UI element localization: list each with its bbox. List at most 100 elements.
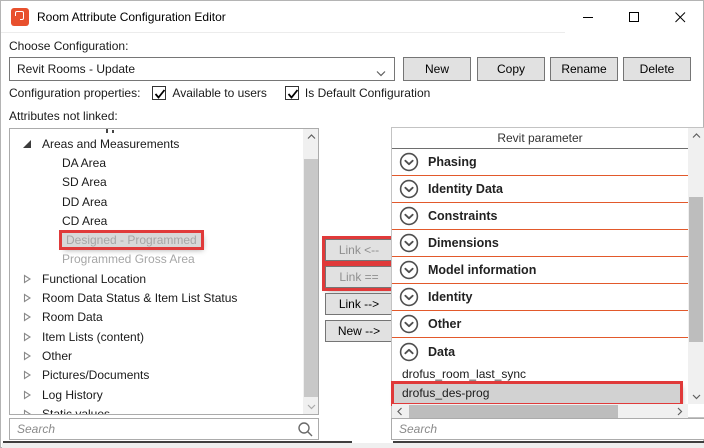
tree-item-label: Item Lists (content) bbox=[42, 330, 144, 344]
tree-collapsed-icon[interactable] bbox=[22, 293, 42, 303]
scroll-up-icon[interactable] bbox=[688, 128, 704, 143]
link-button-right[interactable]: Link --> bbox=[325, 293, 393, 315]
tree-item-designed-programmed[interactable]: Designed - Programmed bbox=[10, 230, 303, 249]
tree-item-pictures-documents[interactable]: Pictures/Documents bbox=[10, 366, 303, 385]
title-bar: Room Attribute Configuration Editor bbox=[1, 1, 703, 33]
right-scrollbar-thumb[interactable] bbox=[689, 197, 703, 342]
tree-item-static-values[interactable]: Static values bbox=[10, 404, 303, 415]
tree-item-functional-location[interactable]: Functional Location bbox=[10, 269, 303, 288]
tree-expanded-icon[interactable] bbox=[22, 139, 42, 149]
revit-category-constraints[interactable]: Constraints bbox=[392, 203, 688, 230]
scroll-down-icon[interactable] bbox=[303, 399, 319, 414]
maximize-button[interactable] bbox=[611, 1, 657, 33]
revit-parameter-header[interactable]: Revit parameter bbox=[392, 128, 688, 149]
chevron-down-circle-icon[interactable] bbox=[399, 179, 419, 199]
configuration-select-value: Revit Rooms - Update bbox=[17, 62, 135, 76]
configuration-properties-label: Configuration properties: bbox=[9, 86, 140, 100]
tree-collapsed-icon bbox=[22, 274, 32, 284]
tree-item-sd-area[interactable]: SD Area bbox=[10, 173, 303, 192]
tree-item-room-data[interactable]: Room Data bbox=[10, 308, 303, 327]
link-button-equal[interactable]: Link == bbox=[325, 266, 393, 288]
scroll-down-icon[interactable] bbox=[688, 389, 704, 404]
minimize-icon bbox=[583, 12, 594, 23]
revit-category-identity[interactable]: Identity bbox=[392, 284, 688, 311]
scroll-right-icon[interactable] bbox=[672, 404, 688, 419]
tree-collapsed-icon[interactable] bbox=[22, 351, 42, 361]
attributes-tree-listbox: Areas and MeasurementsDA AreaSD Area DD A… bbox=[9, 128, 319, 415]
tree-item-programmed-gross-area[interactable]: Programmed Gross Area bbox=[10, 250, 303, 269]
revit-parameter-drofus-des-prog[interactable]: drofus_des-prog bbox=[394, 384, 680, 403]
revit-category-label: Dimensions bbox=[428, 236, 499, 250]
tree-collapsed-icon[interactable] bbox=[22, 312, 42, 322]
revit-category-data[interactable]: Data bbox=[392, 338, 688, 365]
tree-collapsed-icon bbox=[22, 293, 32, 303]
search-icon bbox=[297, 421, 314, 441]
dialog-window: Room Attribute Configuration Editor Choo… bbox=[0, 0, 704, 448]
horizontal-scrollbar[interactable] bbox=[392, 404, 688, 419]
chevron-down-circle-icon[interactable] bbox=[399, 152, 419, 172]
revit-parameter-drofus-room-last-sync[interactable]: drofus_room_last_sync bbox=[394, 365, 680, 384]
chevron-up-circle-icon[interactable] bbox=[399, 342, 419, 362]
delete-button[interactable]: Delete bbox=[623, 57, 691, 81]
tree-item-dd-area[interactable]: DD Area bbox=[10, 192, 303, 211]
tree-collapsed-icon[interactable] bbox=[22, 390, 42, 400]
link-button-left[interactable]: Link <-- bbox=[325, 239, 393, 261]
chevron-down-circle-icon[interactable] bbox=[399, 260, 419, 280]
tree-item-room-data-status-item-list-status[interactable]: Room Data Status & Item List Status bbox=[10, 288, 303, 307]
left-search-input[interactable] bbox=[10, 419, 318, 439]
minimize-button[interactable] bbox=[565, 1, 611, 33]
revit-category-identity-data[interactable]: Identity Data bbox=[392, 176, 688, 203]
revit-category-label: Model information bbox=[428, 263, 536, 277]
tree-item-label: CD Area bbox=[62, 214, 107, 228]
chevron-down-circle-icon[interactable] bbox=[399, 314, 419, 334]
chevron-down-circle-icon[interactable] bbox=[399, 206, 419, 226]
revit-category-label: Data bbox=[428, 345, 455, 359]
scroll-up-icon[interactable] bbox=[303, 129, 319, 144]
chevron-down-circle-icon[interactable] bbox=[399, 233, 419, 253]
revit-category-other[interactable]: Other bbox=[392, 311, 688, 338]
checkmark-icon bbox=[287, 88, 299, 100]
checkbox-box[interactable] bbox=[152, 86, 166, 100]
checkmark-icon bbox=[154, 88, 166, 100]
tree-item-log-history[interactable]: Log History bbox=[10, 385, 303, 404]
horizontal-scrollbar-thumb[interactable] bbox=[409, 405, 618, 418]
tree-collapsed-icon bbox=[22, 351, 32, 361]
revit-category-label: Other bbox=[428, 317, 461, 331]
right-vertical-scrollbar[interactable] bbox=[688, 128, 704, 404]
copy-button[interactable]: Copy bbox=[477, 57, 545, 81]
new-button-right[interactable]: New --> bbox=[325, 320, 393, 342]
tree-item-item-lists-content[interactable]: Item Lists (content) bbox=[10, 327, 303, 346]
close-icon bbox=[675, 12, 686, 23]
checkbox-available-to-users[interactable]: Available to users bbox=[152, 86, 267, 100]
revit-category-dimensions[interactable]: Dimensions bbox=[392, 230, 688, 257]
chevron-down-circle-icon bbox=[399, 260, 419, 280]
scroll-left-icon[interactable] bbox=[392, 404, 408, 419]
right-search-input[interactable] bbox=[392, 419, 704, 439]
tree-collapsed-icon[interactable] bbox=[22, 332, 42, 342]
new-button[interactable]: New bbox=[403, 57, 471, 81]
revit-category-label: Constraints bbox=[428, 209, 497, 223]
revit-category-model-information[interactable]: Model information bbox=[392, 257, 688, 284]
chevron-down-circle-icon[interactable] bbox=[399, 287, 419, 307]
checkbox-box[interactable] bbox=[285, 86, 299, 100]
configuration-select[interactable]: Revit Rooms - Update bbox=[9, 57, 395, 81]
tree-item-areas-and-measurements[interactable]: Areas and Measurements bbox=[10, 134, 303, 153]
tree-expanded-icon bbox=[22, 139, 32, 149]
checkbox-label: Available to users bbox=[172, 86, 267, 100]
tree-item-cd-area[interactable]: CD Area bbox=[10, 211, 303, 230]
tree-collapsed-icon[interactable] bbox=[22, 274, 42, 284]
tree-item-da-area[interactable]: DA Area bbox=[10, 153, 303, 172]
revit-category-phasing[interactable]: Phasing bbox=[392, 149, 688, 176]
left-scrollbar-thumb[interactable] bbox=[304, 159, 318, 397]
checkbox-is-default-configuration[interactable]: Is Default Configuration bbox=[285, 86, 430, 100]
left-vertical-scrollbar[interactable] bbox=[303, 129, 319, 414]
tree-collapsed-icon[interactable] bbox=[22, 370, 42, 380]
tree-item-label: Log History bbox=[42, 388, 103, 402]
tree-collapsed-icon[interactable] bbox=[22, 409, 42, 415]
chevron-down-circle-icon bbox=[399, 206, 419, 226]
chevron-down-circle-icon bbox=[399, 287, 419, 307]
rename-button[interactable]: Rename bbox=[550, 57, 618, 81]
close-button[interactable] bbox=[657, 1, 703, 33]
tree-item-other[interactable]: Other bbox=[10, 346, 303, 365]
tree-item-label: DD Area bbox=[62, 195, 107, 209]
